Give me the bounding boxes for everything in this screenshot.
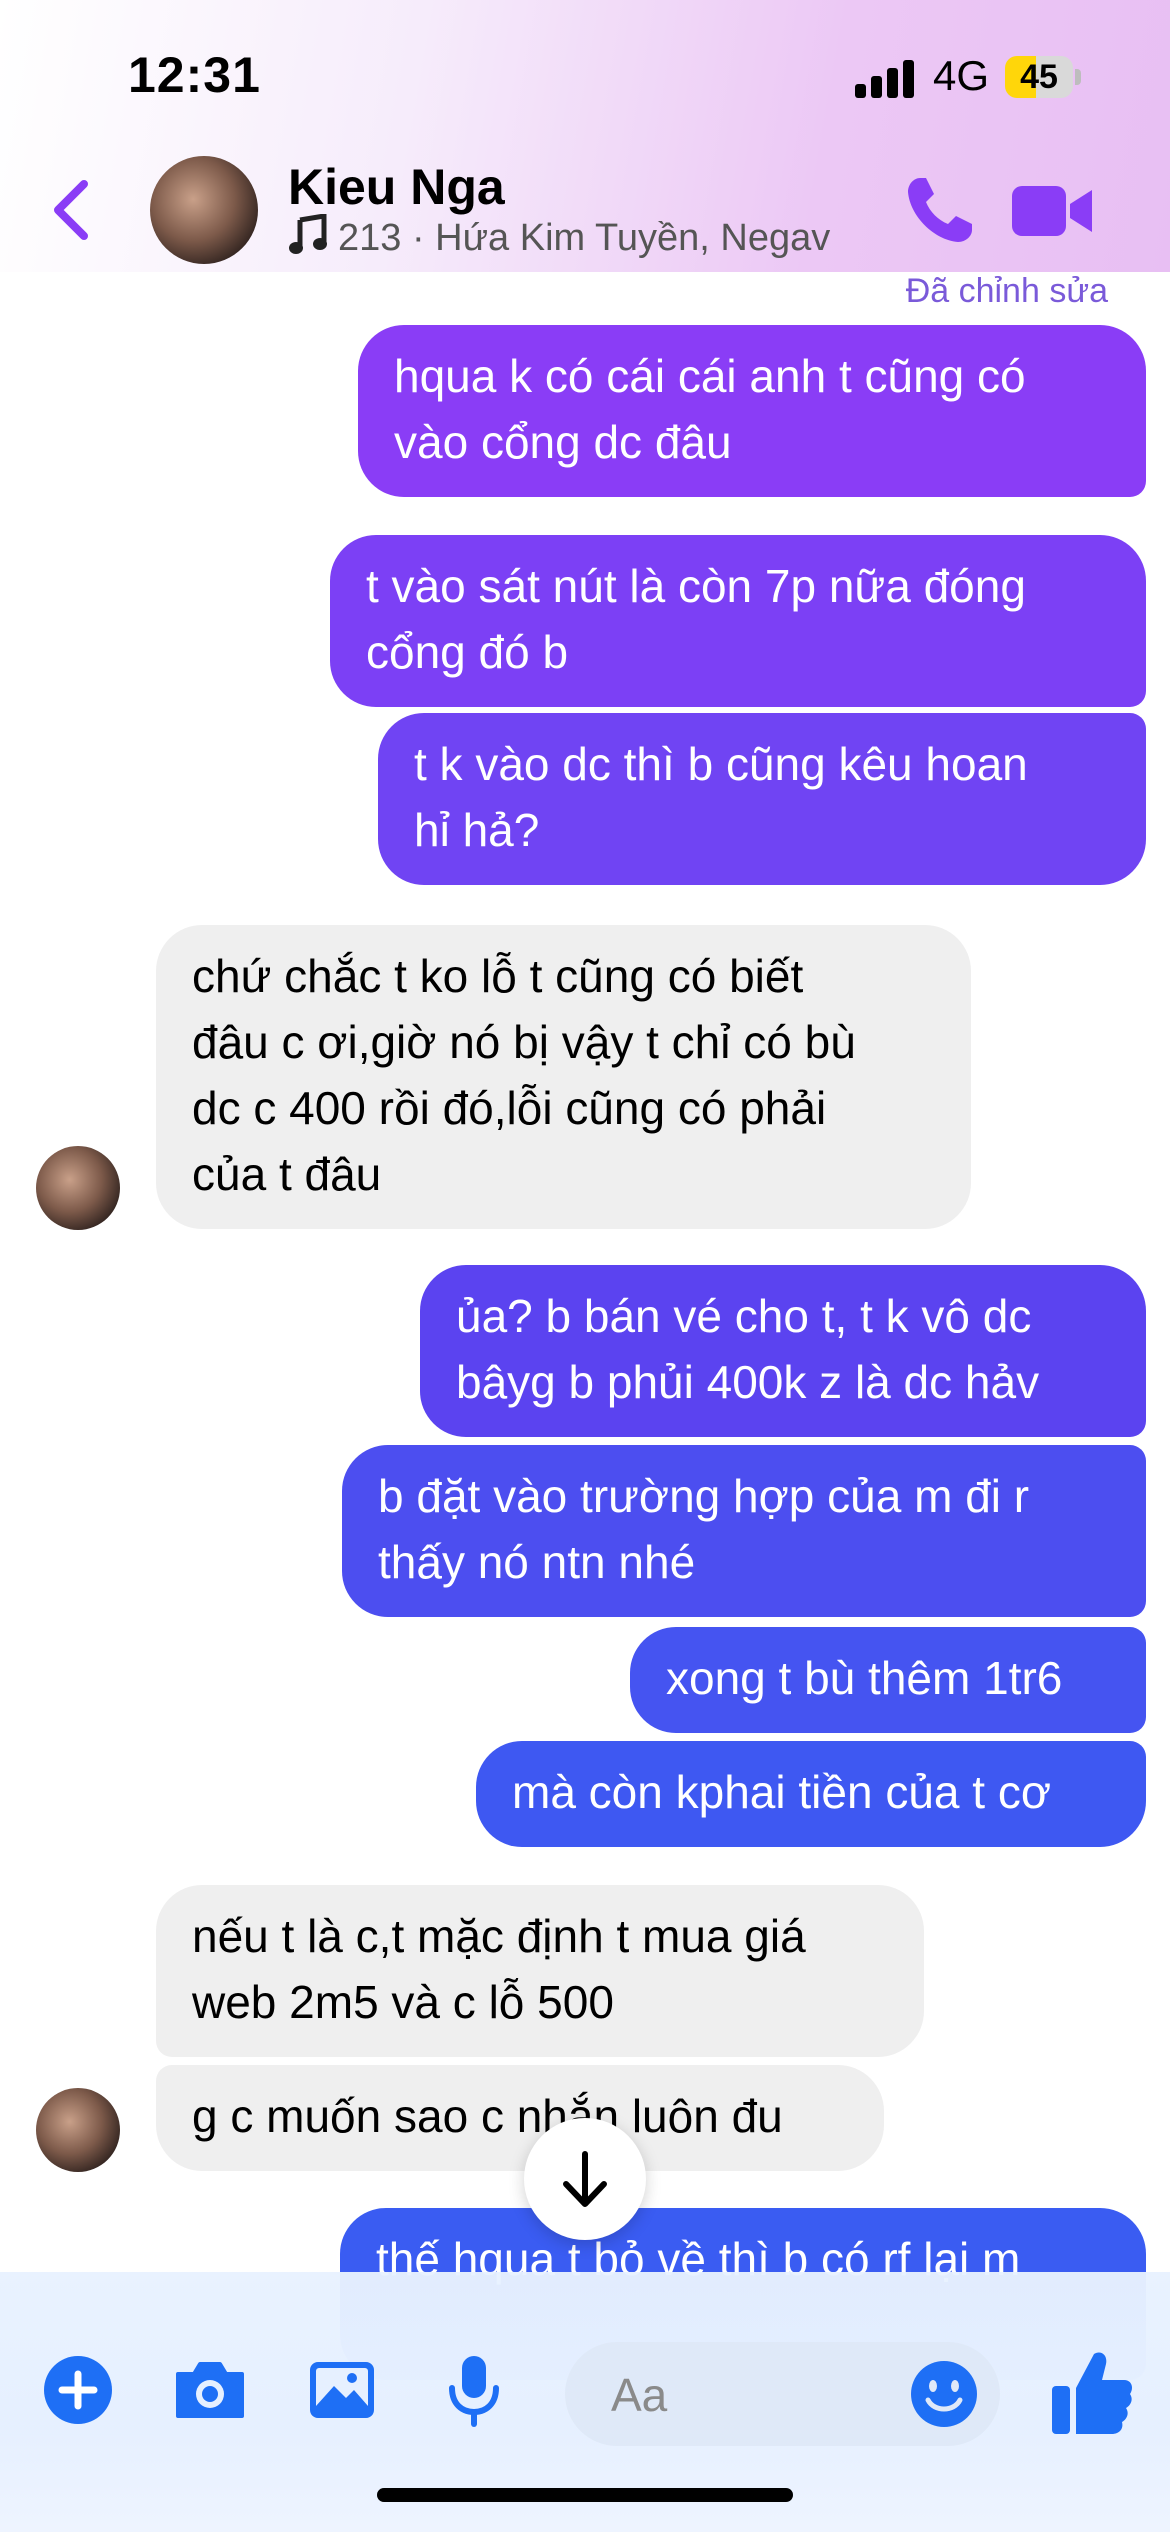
video-camera-icon bbox=[1012, 186, 1092, 236]
music-note-icon bbox=[289, 214, 327, 254]
outgoing-message[interactable]: mà còn kphai tiền của t cơ bbox=[476, 1741, 1146, 1847]
emoji-button[interactable] bbox=[906, 2356, 982, 2432]
contact-avatar-small[interactable] bbox=[36, 1146, 120, 1230]
music-status-text: 213 · Hứa Kim Tuyền, Negav bbox=[338, 217, 831, 259]
cellular-signal-icon bbox=[855, 58, 915, 98]
back-button[interactable] bbox=[40, 170, 110, 250]
home-indicator bbox=[377, 2488, 793, 2502]
phone-icon bbox=[908, 178, 972, 242]
chevron-left-icon bbox=[54, 180, 88, 240]
outgoing-message[interactable]: hqua k có cái cái anh t cũng có vào cổng… bbox=[358, 325, 1146, 497]
arrow-down-icon bbox=[563, 2151, 607, 2207]
contact-name[interactable]: Kieu Nga bbox=[288, 158, 505, 216]
message-composer bbox=[0, 2272, 1170, 2532]
video-call-button[interactable] bbox=[1010, 176, 1095, 246]
message-input[interactable] bbox=[609, 2342, 863, 2448]
outgoing-message[interactable]: b đặt vào trường hợp của m đi r thấy nó … bbox=[342, 1445, 1146, 1617]
contact-music-status[interactable]: 213 · Hứa Kim Tuyền, Negav bbox=[288, 214, 830, 260]
voice-call-button[interactable] bbox=[900, 170, 980, 250]
message-input-field[interactable] bbox=[565, 2342, 1000, 2448]
edited-label: Đã chỉnh sửa bbox=[905, 272, 1108, 310]
battery-percent: 45 bbox=[1020, 58, 1058, 96]
outgoing-message[interactable]: t vào sát nút là còn 7p nữa đóng cổng đó… bbox=[330, 535, 1146, 707]
camera-icon bbox=[176, 2362, 244, 2418]
outgoing-message[interactable]: t k vào dc thì b cũng kêu hoan hỉ hả? bbox=[378, 713, 1146, 885]
smiley-icon bbox=[911, 2361, 977, 2427]
contact-avatar-small[interactable] bbox=[36, 2088, 120, 2172]
status-bar: 12:31 4G 45 bbox=[0, 0, 1170, 150]
incoming-message[interactable]: chứ chắc t ko lỗ t cũng có biết đâu c ơi… bbox=[156, 925, 971, 1229]
camera-button[interactable] bbox=[170, 2350, 250, 2430]
outgoing-message[interactable]: ủa? b bán vé cho t, t k vô dc bâyg b phủ… bbox=[420, 1265, 1146, 1437]
thumbs-up-icon bbox=[1052, 2352, 1132, 2434]
image-icon bbox=[310, 2362, 374, 2418]
plus-circle-icon bbox=[44, 2356, 112, 2424]
add-button[interactable] bbox=[38, 2350, 118, 2430]
incoming-message[interactable]: g c muốn sao c nhắn luôn đu bbox=[156, 2065, 884, 2171]
like-button[interactable] bbox=[1050, 2344, 1134, 2440]
scroll-to-bottom-button[interactable] bbox=[524, 2118, 646, 2240]
battery-icon: 45 bbox=[1005, 56, 1085, 98]
voice-message-button[interactable] bbox=[434, 2350, 514, 2430]
contact-avatar[interactable] bbox=[150, 156, 258, 264]
status-time: 12:31 bbox=[128, 47, 261, 103]
microphone-icon bbox=[449, 2356, 499, 2427]
incoming-message[interactable]: nếu t là c,t mặc định t mua giá web 2m5 … bbox=[156, 1885, 924, 2057]
outgoing-message[interactable]: xong t bù thêm 1tr6 bbox=[630, 1627, 1146, 1733]
network-type: 4G bbox=[933, 52, 990, 99]
gallery-button[interactable] bbox=[302, 2350, 382, 2430]
chat-header: Kieu Nga 213 · Hứa Kim Tuyền, Negav bbox=[0, 150, 1170, 272]
